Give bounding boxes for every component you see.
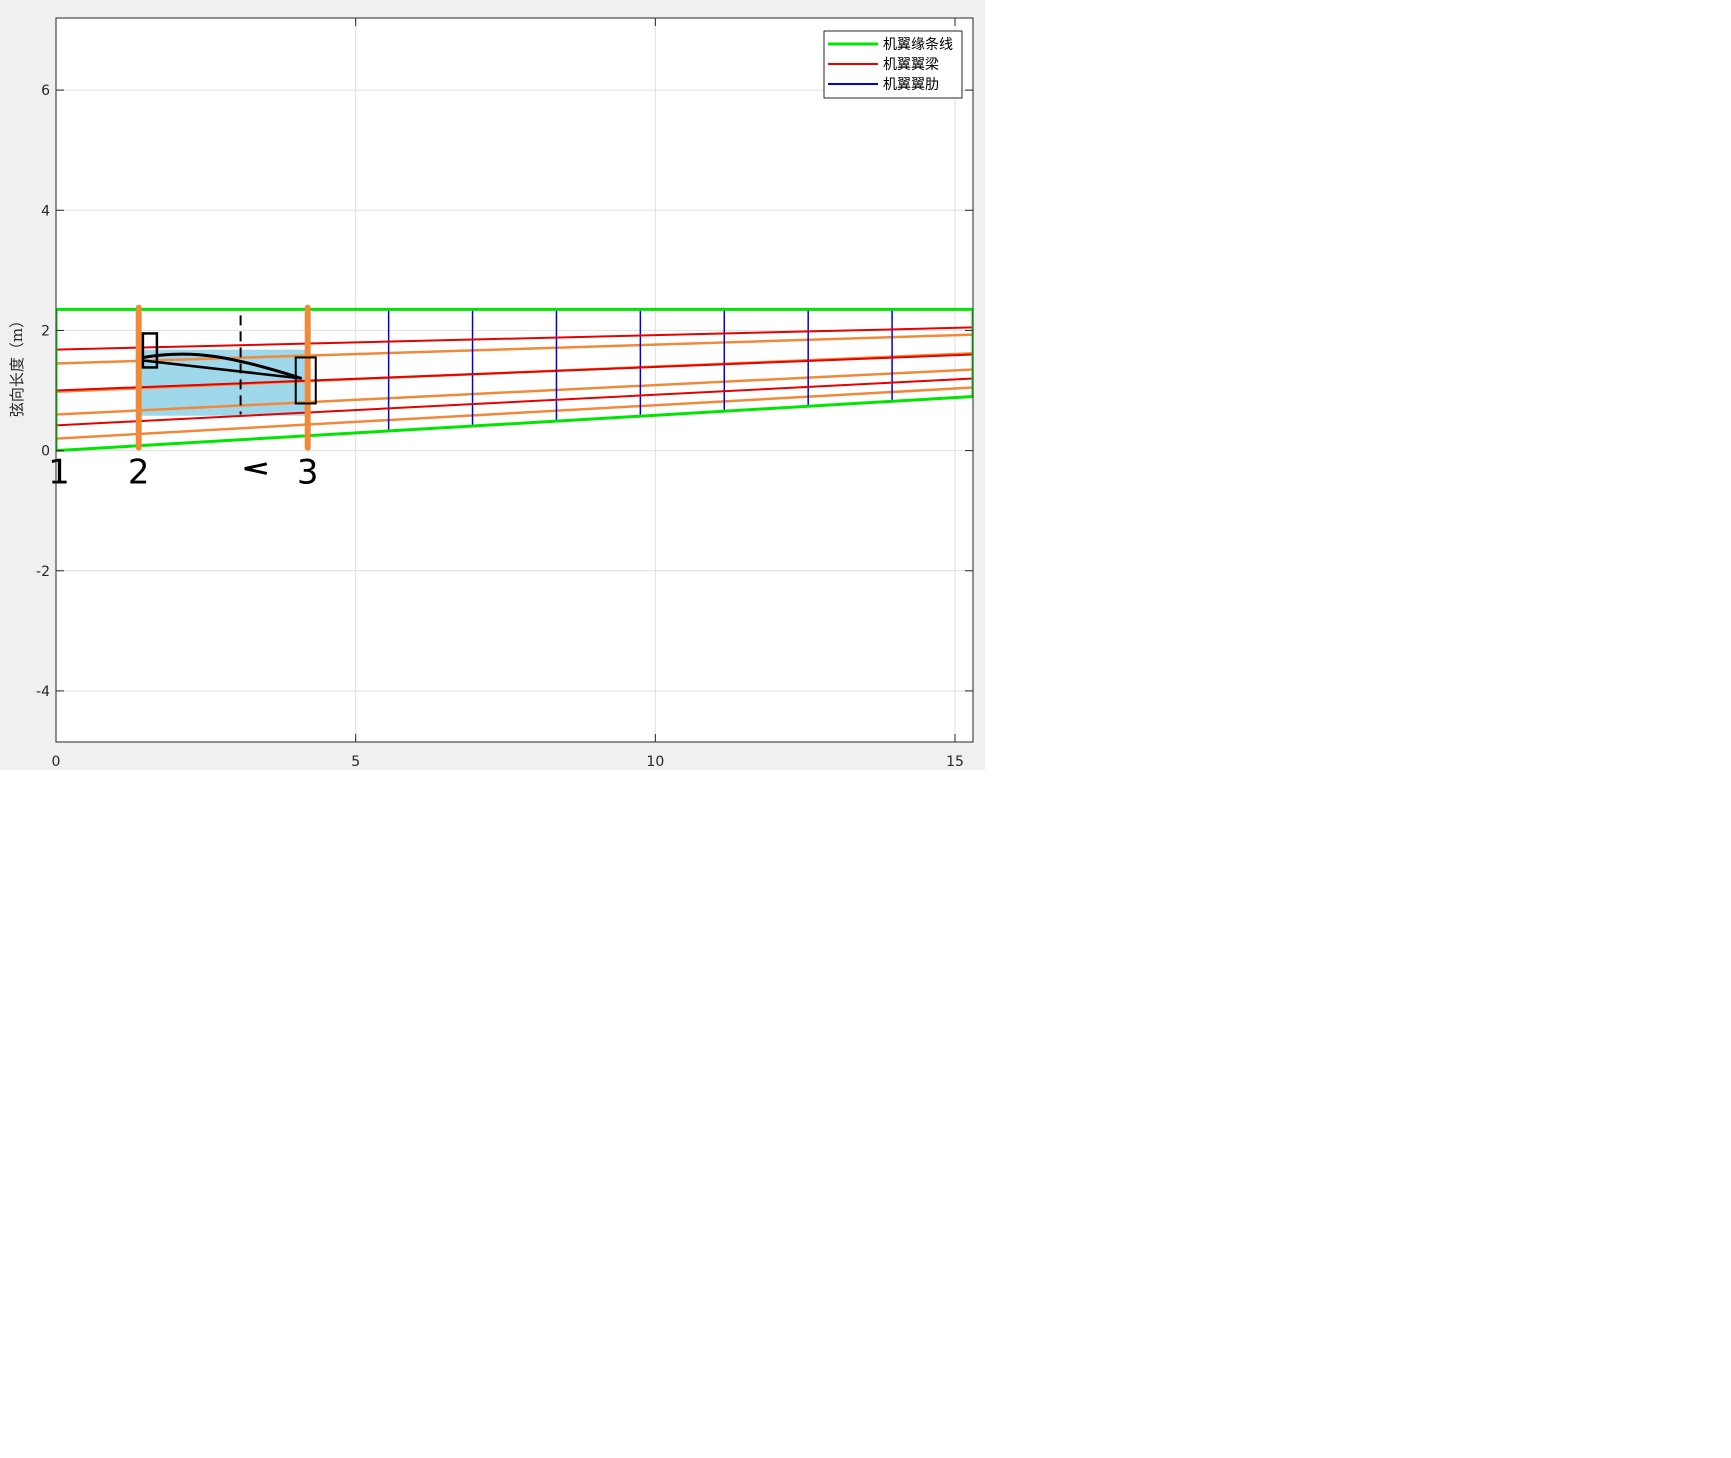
legend-label: 机翼缘条线 <box>883 36 953 53</box>
x-tick-label: 10 <box>646 754 664 770</box>
y-tick-label: -4 <box>36 684 50 700</box>
y-tick-label: 4 <box>41 203 50 219</box>
x-tick-label: 0 <box>52 754 61 770</box>
chart: 1 2 3 0 5 10 15 -4 -2 0 2 4 6 弦向长度（m） 机翼缘条线机翼翼梁机翼翼肋 <box>8 17 974 770</box>
x-tick-label: 15 <box>946 754 964 770</box>
y-tick-label: 6 <box>41 83 50 99</box>
x-tick-label: 5 <box>351 754 360 770</box>
handwritten-label: 2 <box>128 453 150 493</box>
legend-label: 机翼翼梁 <box>883 57 939 73</box>
y-tick-label: -2 <box>36 564 50 580</box>
handwritten-label: 3 <box>297 453 319 493</box>
y-tick-label: 0 <box>41 444 50 460</box>
y-tick-label: 2 <box>41 323 50 339</box>
figure-window: 1 2 3 0 5 10 15 -4 -2 0 2 4 6 弦向长度（m） 机翼缘条线机翼翼梁机翼翼肋 <box>0 0 985 770</box>
y-axis-label: 弦向长度（m） <box>8 313 26 417</box>
legend: 机翼缘条线机翼翼梁机翼翼肋 <box>823 30 963 99</box>
legend-label: 机翼翼肋 <box>883 77 939 93</box>
handwritten-label: 1 <box>48 453 70 493</box>
